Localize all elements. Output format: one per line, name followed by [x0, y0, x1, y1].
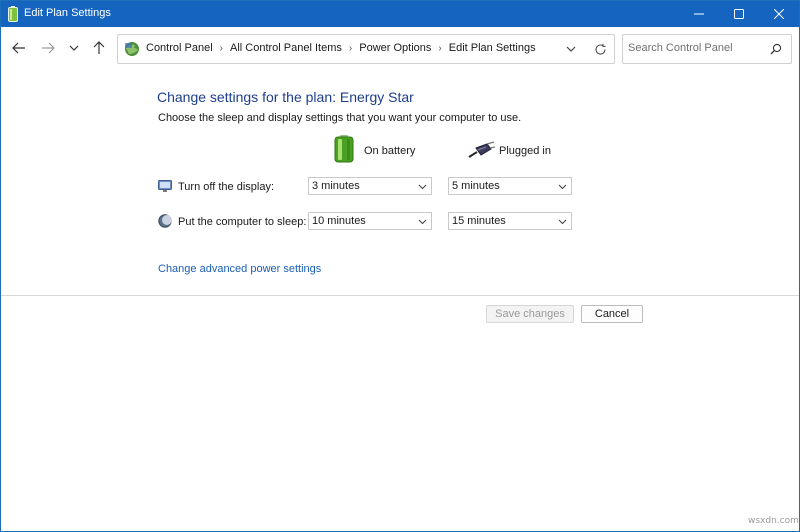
search-input[interactable] [628, 40, 763, 56]
up-button[interactable] [88, 37, 110, 59]
search-icon[interactable] [768, 41, 784, 57]
content-area: Change settings for the plan: Energy Sta… [1, 69, 799, 531]
chevron-down-icon [418, 184, 427, 190]
put-computer-to-sleep-label: Put the computer to sleep: [178, 216, 307, 228]
battery-app-icon [8, 6, 18, 22]
plugged-in-column-header: Plugged in [467, 135, 587, 163]
page-title: Change settings for the plan: Energy Sta… [157, 89, 414, 105]
control-panel-icon [125, 42, 139, 56]
maximize-button[interactable] [719, 1, 759, 27]
sleep-plugged-value: 15 minutes [452, 215, 506, 227]
breadcrumb-separator-icon[interactable]: › [438, 43, 441, 54]
breadcrumb-edit-plan-settings[interactable]: Edit Plan Settings [449, 42, 536, 54]
breadcrumb-power-options[interactable]: Power Options [359, 42, 431, 54]
display-plugged-value: 5 minutes [452, 180, 500, 192]
arrow-left-icon [12, 42, 25, 54]
turn-off-display-label: Turn off the display: [178, 181, 274, 193]
chevron-down-icon [558, 219, 567, 225]
edit-plan-settings-window: Edit Plan Settings Control Panel › All C… [0, 0, 800, 532]
page-description: Choose the sleep and display settings th… [158, 112, 522, 124]
refresh-icon [594, 43, 606, 55]
breadcrumb-control-panel[interactable]: Control Panel [146, 42, 213, 54]
title-bar: Edit Plan Settings [1, 1, 799, 27]
breadcrumb: Control Panel › All Control Panel Items › Po… [146, 42, 536, 54]
breadcrumb-separator-icon[interactable]: › [349, 43, 352, 54]
cancel-button[interactable]: Cancel [581, 305, 643, 323]
monitor-icon [158, 180, 172, 192]
breadcrumb-all-items[interactable]: All Control Panel Items [230, 42, 342, 54]
power-plug-icon [468, 141, 495, 158]
chevron-down-icon [418, 219, 427, 225]
chevron-down-icon [558, 184, 567, 190]
back-button[interactable] [8, 37, 30, 59]
close-button[interactable] [759, 1, 799, 27]
divider [1, 295, 799, 296]
battery-icon [334, 135, 354, 163]
chevron-down-icon [566, 46, 576, 52]
close-icon [774, 9, 784, 19]
sleep-plugged-select[interactable]: 15 minutes [448, 212, 572, 230]
on-battery-label: On battery [364, 145, 416, 157]
search-box [622, 34, 792, 64]
breadcrumb-separator-icon[interactable]: › [220, 43, 223, 54]
navigation-bar: Control Panel › All Control Panel Items › Po… [1, 27, 799, 69]
sleep-battery-value: 10 minutes [312, 215, 366, 227]
save-changes-button[interactable]: Save changes [486, 305, 574, 323]
display-battery-select[interactable]: 3 minutes [308, 177, 432, 195]
refresh-button[interactable] [591, 40, 609, 58]
maximize-icon [734, 9, 744, 19]
minimize-icon [694, 13, 704, 15]
moon-sleep-icon [158, 214, 172, 228]
recent-locations-button[interactable] [63, 37, 85, 59]
arrow-right-icon [42, 42, 55, 54]
address-bar[interactable]: Control Panel › All Control Panel Items › Po… [117, 34, 615, 64]
watermark: wsxdn.com [748, 516, 799, 526]
sleep-battery-select[interactable]: 10 minutes [308, 212, 432, 230]
forward-button[interactable] [37, 37, 59, 59]
advanced-power-settings-link[interactable]: Change advanced power settings [158, 263, 321, 275]
display-battery-value: 3 minutes [312, 180, 360, 192]
chevron-down-icon [69, 45, 79, 51]
address-dropdown-button[interactable] [562, 41, 580, 57]
window-title: Edit Plan Settings [24, 7, 111, 19]
minimize-button[interactable] [679, 1, 719, 27]
on-battery-column-header: On battery [333, 135, 453, 163]
plugged-in-label: Plugged in [499, 145, 551, 157]
display-plugged-select[interactable]: 5 minutes [448, 177, 572, 195]
arrow-up-icon [93, 41, 105, 54]
